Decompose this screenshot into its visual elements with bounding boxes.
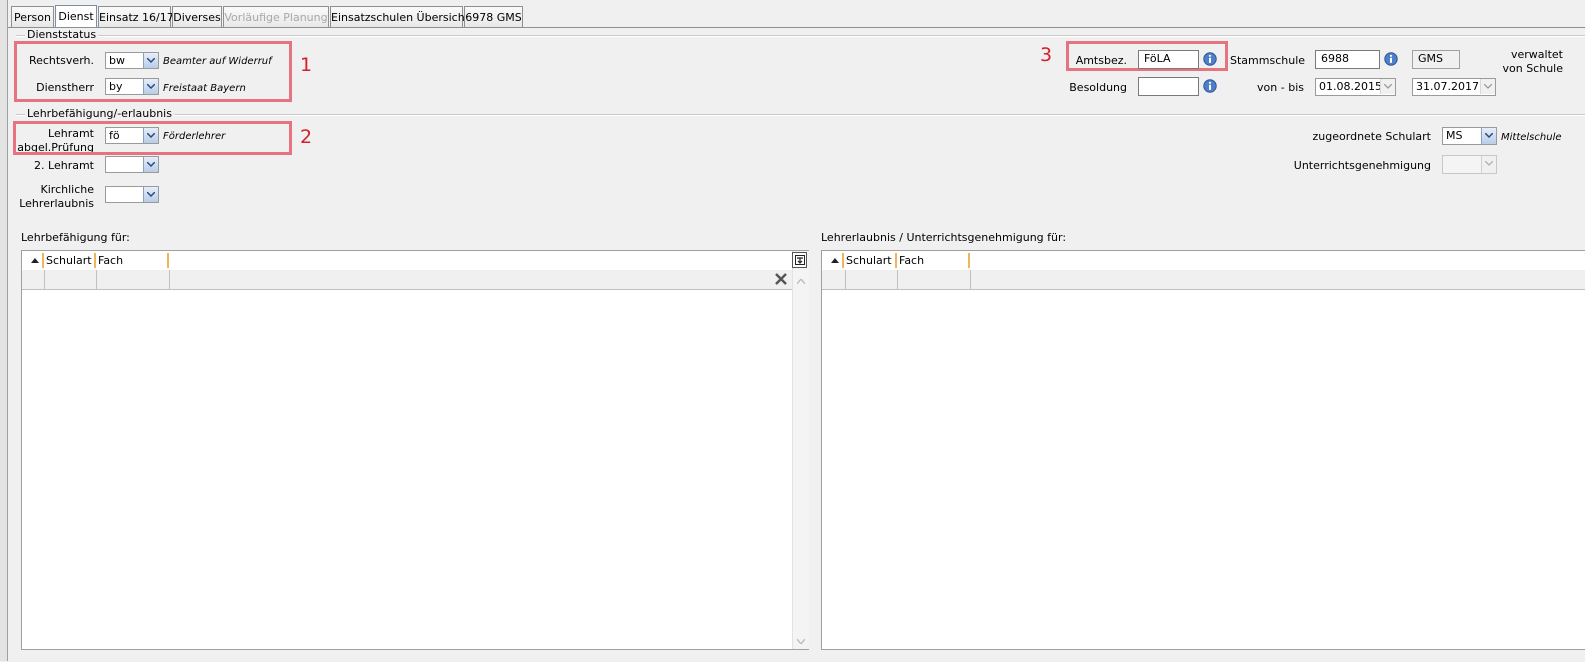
verwaltet-label-line1: verwaltet [1511,48,1563,61]
window-left-border [0,0,8,661]
chevron-down-icon[interactable] [1380,79,1395,94]
kirchliche-combo[interactable] [105,186,159,203]
tab-dienst[interactable]: Dienst [55,5,97,28]
schulart-combo[interactable]: MS [1442,127,1497,145]
column-separator[interactable] [94,253,96,268]
filter-cell-schulart[interactable] [846,270,898,289]
filter-row [822,270,1585,290]
column-separator[interactable] [895,253,897,268]
column-separator[interactable] [42,253,44,268]
scroll-down-icon[interactable] [797,639,805,644]
column-header-schulart[interactable]: Schulart [846,251,896,270]
besoldung-field[interactable] [1138,77,1199,96]
unterrichtsgenehmigung-combo[interactable] [1442,155,1497,174]
chevron-down-icon[interactable] [1481,128,1496,144]
date-to-value: 31.07.2017 [1416,80,1479,93]
info-icon[interactable] [1203,79,1217,93]
von-bis-label: von - bis [1257,81,1304,94]
chevron-down-icon[interactable] [1480,79,1495,94]
date-to-picker[interactable]: 31.07.2017 [1412,78,1496,96]
stammschule-field[interactable]: 6988 [1315,50,1380,69]
besoldung-label: Besoldung [1069,81,1127,94]
grid-left-scrollbar[interactable] [792,251,809,649]
verwaltet-label-line2: von Schule [1502,62,1563,75]
info-icon[interactable] [1384,52,1398,66]
date-from-value: 01.08.2015 [1319,80,1382,93]
column-header-schulart[interactable]: Schulart [46,251,96,270]
filter-cell-fach[interactable] [898,270,971,289]
column-header-fach[interactable]: Fach [899,251,969,270]
schulart-label: zugeordnete Schulart [1312,130,1431,143]
chevron-down-icon[interactable] [1481,156,1496,173]
schulart-value: MS [1446,129,1463,142]
annotation-box-2 [13,121,292,155]
grid-right-header: Schulart Fach [822,251,1585,271]
kirchliche-label-line1: Kirchliche [40,183,94,196]
stammschule-type-field: GMS [1412,50,1460,69]
tab-6978-gms[interactable]: 6978 GMS [464,6,523,27]
filter-cell-schulart[interactable] [45,270,97,289]
tab-einsatzschulen-uebersicht[interactable]: Einsatzschulen Übersicht [330,6,469,27]
tab-einsatz[interactable]: Einsatz 16/17 [98,6,174,27]
filter-cell[interactable] [22,270,45,289]
unterrichtsgenehmigung-label: Unterrichtsgenehmigung [1293,159,1431,172]
date-from-picker[interactable]: 01.08.2015 [1315,78,1396,96]
annotation-number-1: 1 [300,54,313,76]
column-separator[interactable] [167,253,169,268]
sort-ascending-icon[interactable] [31,258,39,263]
info-icon[interactable] [1203,52,1217,66]
grid-right-title: Lehrerlaubnis / Unterrichtsgenehmigung f… [821,231,1067,244]
annotation-box-1 [14,41,292,102]
column-header-fach[interactable]: Fach [98,251,168,270]
chevron-down-icon[interactable] [143,157,158,172]
filter-row [22,270,792,290]
column-chooser-icon [795,255,805,265]
filter-cell[interactable] [822,270,846,289]
annotation-number-3: 3 [1040,44,1053,66]
filter-cell-fach[interactable] [97,270,170,289]
annotation-number-2: 2 [300,126,313,148]
grid-left[interactable]: Schulart Fach [21,250,809,650]
column-separator[interactable] [968,253,970,268]
column-separator[interactable] [842,253,844,268]
schulart-description: Mittelschule [1501,132,1562,143]
scroll-up-icon[interactable] [797,279,805,284]
clear-filter-icon[interactable] [774,273,788,286]
tab-person[interactable]: Person [11,6,54,27]
lehramt2-label: 2. Lehramt [34,159,94,172]
lehrbefaehigung-title: Lehrbefähigung/-erlaubnis [25,107,174,120]
tab-vorlaeufige-planung: Vorläufige Planung [223,6,329,27]
kirchliche-label-line2: Lehrerlaubnis [19,197,94,210]
amtsbez-field[interactable]: FöLA [1138,50,1199,69]
lehramt2-combo[interactable] [105,156,159,173]
grid-left-header: Schulart Fach [22,251,792,271]
amtsbez-label: Amtsbez. [1075,54,1127,67]
dienststatus-separator [16,35,1585,37]
dienststatus-title: Dienststatus [25,28,99,41]
column-chooser-button[interactable] [792,252,807,268]
lehrbefaehigung-separator [16,114,1585,116]
grid-left-title: Lehrbefähigung für: [21,231,130,244]
stammschule-label: Stammschule [1230,54,1306,67]
grid-right[interactable]: Schulart Fach [821,250,1585,650]
sort-ascending-icon[interactable] [831,258,839,263]
tab-diverses[interactable]: Diverses [172,6,222,27]
chevron-down-icon[interactable] [143,187,158,202]
